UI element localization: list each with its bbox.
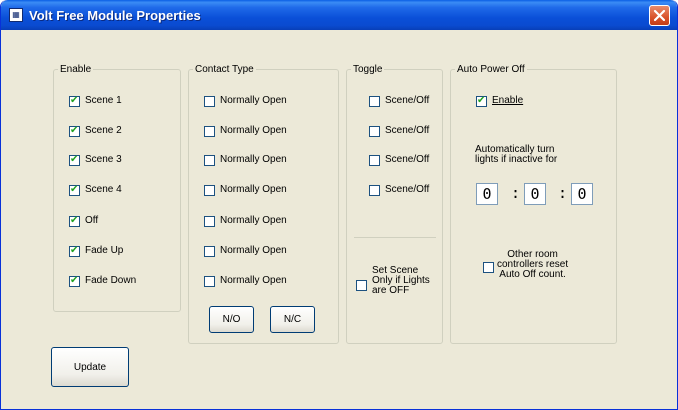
- enable-fade-up-label: Fade Up: [85, 245, 124, 256]
- toggle-3-checkbox[interactable]: [369, 155, 380, 166]
- app-icon: ▦: [9, 8, 23, 22]
- enable-scene-3-label: Scene 3: [85, 154, 122, 165]
- contact-type-7-checkbox[interactable]: [204, 276, 215, 287]
- enable-off-checkbox[interactable]: [69, 215, 80, 227]
- other-controllers-checkbox[interactable]: [483, 262, 494, 273]
- update-button[interactable]: Update: [51, 347, 129, 387]
- toggle-2-label: Scene/Off: [385, 125, 430, 136]
- seconds-input[interactable]: 0: [571, 183, 593, 205]
- toggle-4-checkbox[interactable]: [369, 185, 380, 196]
- toggle-1-label: Scene/Off: [385, 95, 430, 106]
- set-scene-checkbox[interactable]: [356, 280, 367, 291]
- toggle-4-label: Scene/Off: [385, 184, 430, 195]
- contact-type-3-checkbox[interactable]: [204, 155, 215, 166]
- enable-off-label: Off: [85, 215, 99, 226]
- contact-type-2-label: Normally Open: [220, 125, 287, 136]
- contact-type-6-label: Normally Open: [220, 245, 287, 256]
- auto-off-description: Automatically turn lights if inactive fo…: [475, 144, 558, 165]
- enable-scene-3-checkbox[interactable]: [69, 154, 80, 166]
- set-scene-label: Set Scene Only if Lights are OFF: [372, 265, 430, 296]
- time-separator-1: :: [511, 184, 521, 202]
- contact-type-6-checkbox[interactable]: [204, 246, 215, 257]
- auto-power-off-legend: Auto Power Off: [457, 64, 525, 75]
- contact-type-4-checkbox[interactable]: [204, 185, 215, 196]
- time-separator-2: :: [558, 184, 568, 202]
- toggle-3-label: Scene/Off: [385, 154, 430, 165]
- hours-input[interactable]: 0: [476, 183, 498, 205]
- enable-scene-1-label: Scene 1: [85, 95, 122, 106]
- enable-scene-2-checkbox[interactable]: [69, 125, 80, 137]
- close-icon: [653, 9, 666, 22]
- title-bar[interactable]: ▦ Volt Free Module Properties: [1, 0, 677, 30]
- contact-type-7-label: Normally Open: [220, 275, 287, 286]
- enable-fade-up-checkbox[interactable]: [69, 245, 80, 257]
- contact-type-5-label: Normally Open: [220, 215, 287, 226]
- properties-dialog: ▦ Volt Free Module Properties Enable Sce…: [0, 0, 678, 410]
- contact-type-4-label: Normally Open: [220, 184, 287, 195]
- enable-scene-1-checkbox[interactable]: [69, 95, 80, 107]
- contact-type-1-label: Normally Open: [220, 95, 287, 106]
- toggle-1-checkbox[interactable]: [369, 96, 380, 107]
- contact-type-legend: Contact Type: [195, 64, 254, 75]
- contact-type-5-checkbox[interactable]: [204, 216, 215, 227]
- minutes-input[interactable]: 0: [524, 183, 546, 205]
- enable-scene-4-checkbox[interactable]: [69, 184, 80, 196]
- normally-open-button[interactable]: N/O: [209, 306, 254, 333]
- enable-fade-down-checkbox[interactable]: [69, 275, 80, 287]
- toggle-legend: Toggle: [353, 64, 383, 75]
- other-controllers-label: Other room controllers reset Auto Off co…: [497, 249, 569, 280]
- contact-type-2-checkbox[interactable]: [204, 126, 215, 137]
- enable-scene-4-label: Scene 4: [85, 184, 122, 195]
- dialog-client-area: Enable Scene 1 Scene 2 Scene 3 Scene 4 O…: [4, 30, 674, 407]
- close-button[interactable]: [649, 5, 670, 26]
- window-title: Volt Free Module Properties: [29, 8, 201, 23]
- contact-type-1-checkbox[interactable]: [204, 96, 215, 107]
- contact-type-3-label: Normally Open: [220, 154, 287, 165]
- enable-scene-2-label: Scene 2: [85, 125, 122, 136]
- toggle-separator: [354, 237, 436, 238]
- auto-off-enable-label: Enable: [492, 95, 524, 106]
- toggle-group: Toggle: [346, 64, 443, 344]
- normally-closed-button[interactable]: N/C: [270, 306, 315, 333]
- enable-fade-down-label: Fade Down: [85, 275, 137, 286]
- auto-off-enable-checkbox[interactable]: [476, 95, 487, 107]
- toggle-2-checkbox[interactable]: [369, 126, 380, 137]
- enable-legend: Enable: [60, 64, 92, 75]
